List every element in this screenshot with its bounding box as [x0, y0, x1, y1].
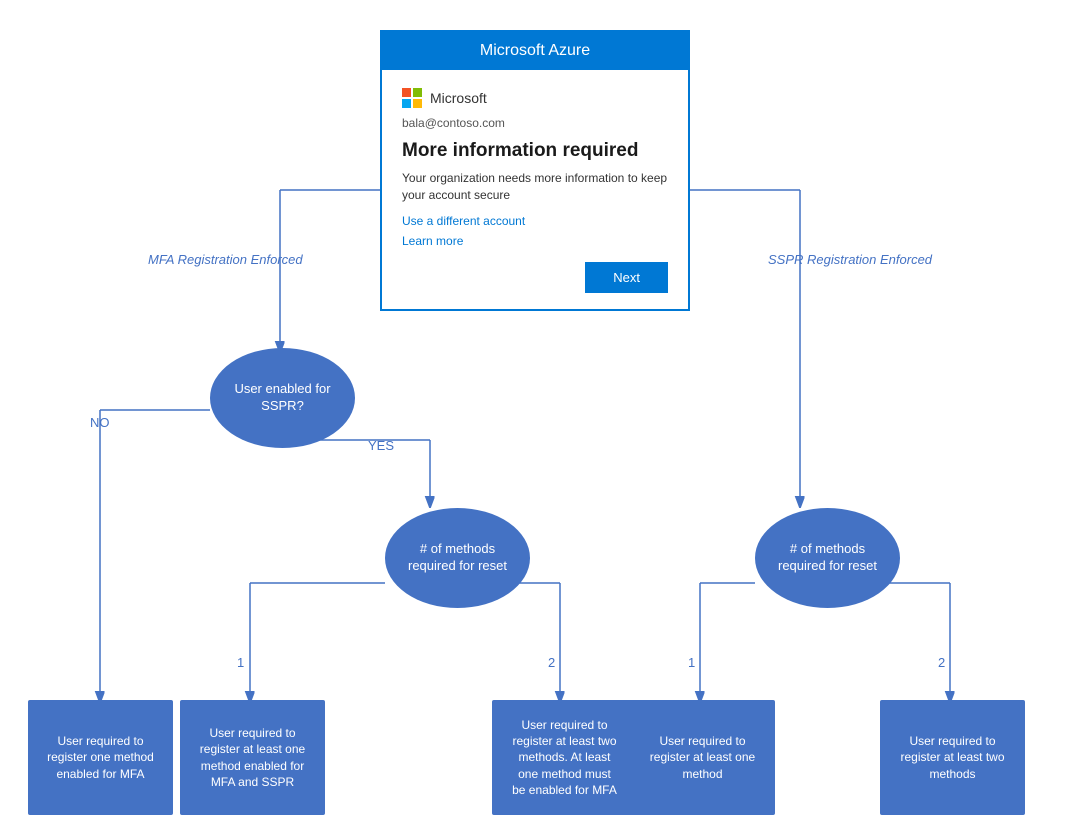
- learn-more-link[interactable]: Learn more: [402, 234, 668, 248]
- one-left-label: 1: [237, 655, 244, 670]
- ms-logo: Microsoft: [402, 88, 668, 108]
- sspr-enforced-label: SSPR Registration Enforced: [768, 252, 932, 267]
- box3-mfa-two-methods: User required to register at least two m…: [492, 700, 637, 815]
- one-right-label: 1: [688, 655, 695, 670]
- sspr-ellipse: User enabled for SSPR?: [210, 348, 355, 448]
- ms-logo-grid: [402, 88, 422, 108]
- no-label: NO: [90, 415, 110, 430]
- box1-mfa-one-method: User required to register one method ena…: [28, 700, 173, 815]
- yes-label: YES: [368, 438, 394, 453]
- box1-text: User required to register one method ena…: [47, 733, 154, 782]
- two-left-label: 2: [548, 655, 555, 670]
- mfa-enforced-label: MFA Registration Enforced: [148, 252, 303, 267]
- box4-sspr-one-method: User required to register at least one m…: [630, 700, 775, 815]
- box2-text: User required to register at least one m…: [200, 725, 305, 790]
- box2-mfa-sspr-one-method: User required to register at least one m…: [180, 700, 325, 815]
- box5-text: User required to register at least two m…: [900, 733, 1004, 782]
- two-right-label: 2: [938, 655, 945, 670]
- azure-card: Microsoft Azure Microsoft bala@contoso.c…: [380, 30, 690, 311]
- methods-left-ellipse: # of methods required for reset: [385, 508, 530, 608]
- ms-yellow-square: [413, 99, 422, 108]
- ms-blue-square: [402, 99, 411, 108]
- sspr-ellipse-text: User enabled for SSPR?: [234, 381, 330, 415]
- card-description: Your organization needs more information…: [402, 170, 668, 204]
- ms-green-square: [413, 88, 422, 97]
- box5-sspr-two-methods: User required to register at least two m…: [880, 700, 1025, 815]
- ms-red-square: [402, 88, 411, 97]
- methods-right-ellipse: # of methods required for reset: [755, 508, 900, 608]
- card-email: bala@contoso.com: [402, 116, 668, 130]
- ms-logo-text: Microsoft: [430, 90, 487, 106]
- card-title: More information required: [402, 140, 668, 162]
- different-account-link[interactable]: Use a different account: [402, 214, 668, 228]
- azure-card-header: Microsoft Azure: [382, 32, 688, 70]
- box3-text: User required to register at least two m…: [512, 717, 617, 798]
- diagram-container: Microsoft Azure Microsoft bala@contoso.c…: [0, 0, 1066, 835]
- box4-text: User required to register at least one m…: [650, 733, 755, 782]
- methods-left-text: # of methods required for reset: [408, 541, 507, 575]
- next-button[interactable]: Next: [585, 262, 668, 293]
- methods-right-text: # of methods required for reset: [778, 541, 877, 575]
